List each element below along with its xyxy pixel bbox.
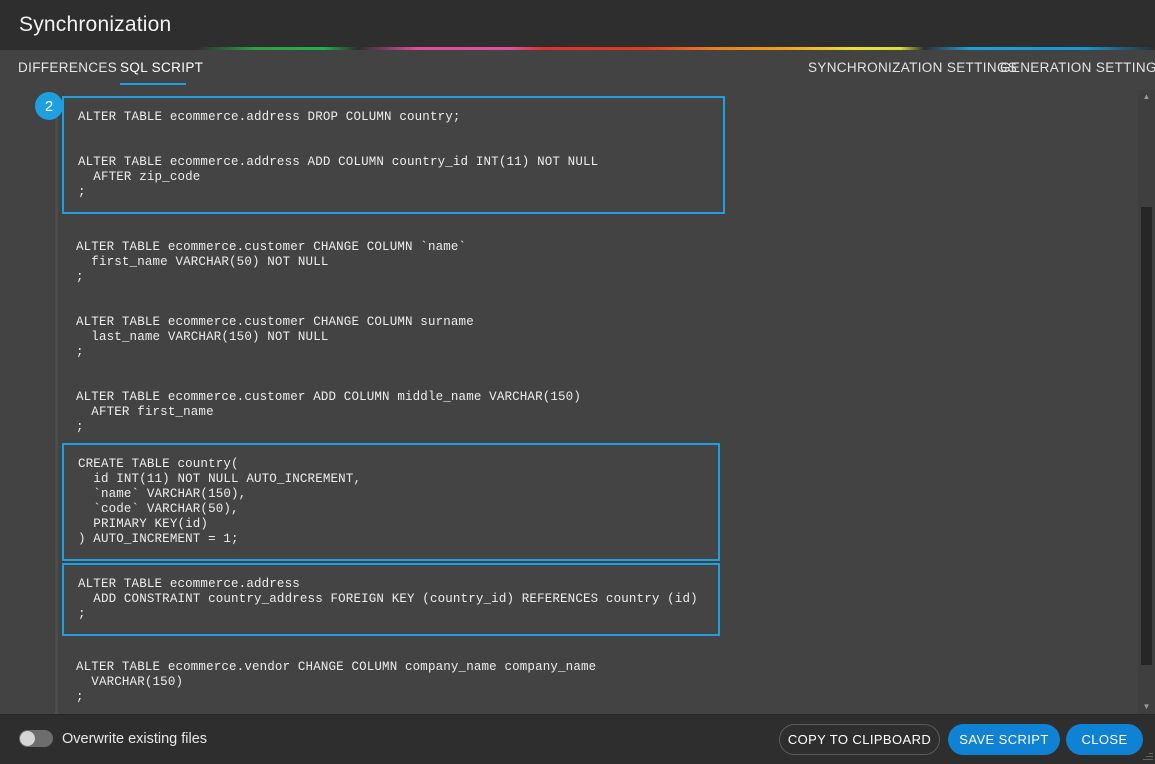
sql-statement-block[interactable]: ALTER TABLE ecommerce.customer ADD COLUM… bbox=[62, 378, 725, 447]
copy-to-clipboard-button[interactable]: COPY TO CLIPBOARD bbox=[779, 724, 940, 755]
toggle-knob bbox=[20, 731, 35, 746]
scrollbar-thumb[interactable] bbox=[1141, 207, 1152, 665]
tab-bar: DIFFERENCES SQL SCRIPT SYNCHRONIZATION S… bbox=[0, 50, 1155, 90]
scroll-down-arrow-icon[interactable]: ▼ bbox=[1138, 700, 1155, 714]
tab-sql-script[interactable]: SQL SCRIPT bbox=[120, 60, 203, 75]
vertical-scrollbar[interactable]: ▲ ▼ bbox=[1138, 90, 1155, 714]
sql-statement-block-highlighted[interactable]: CREATE TABLE country( id INT(11) NOT NUL… bbox=[62, 443, 720, 561]
sql-statement-block[interactable]: ALTER TABLE ecommerce.vendor CHANGE COLU… bbox=[62, 648, 725, 714]
title-bar: Synchronization bbox=[0, 0, 1155, 47]
sql-statement-block-highlighted[interactable]: ALTER TABLE ecommerce.address DROP COLUM… bbox=[62, 96, 725, 214]
close-button[interactable]: CLOSE bbox=[1066, 724, 1143, 755]
overwrite-existing-files-toggle-group[interactable]: Overwrite existing files bbox=[19, 730, 207, 747]
sql-statement-block[interactable]: ALTER TABLE ecommerce.customer CHANGE CO… bbox=[62, 228, 725, 297]
scroll-up-arrow-icon[interactable]: ▲ bbox=[1138, 90, 1155, 104]
tab-differences[interactable]: DIFFERENCES bbox=[18, 60, 117, 75]
synchronization-settings-link[interactable]: SYNCHRONIZATION SETTINGS bbox=[808, 60, 1017, 75]
sql-statement-text: ALTER TABLE ecommerce.address DROP COLUM… bbox=[78, 110, 599, 199]
sql-statement-text: ALTER TABLE ecommerce.address ADD CONSTR… bbox=[78, 577, 698, 621]
sql-statement-text: ALTER TABLE ecommerce.customer ADD COLUM… bbox=[76, 390, 581, 434]
sql-statement-text: ALTER TABLE ecommerce.vendor CHANGE COLU… bbox=[76, 660, 597, 704]
sql-script-panel[interactable]: ALTER TABLE ecommerce.address DROP COLUM… bbox=[0, 90, 1155, 714]
active-tab-indicator bbox=[120, 83, 186, 85]
page-title: Synchronization bbox=[19, 13, 172, 36]
save-script-button[interactable]: SAVE SCRIPT bbox=[948, 724, 1060, 755]
sql-statement-block[interactable]: ALTER TABLE ecommerce.customer CHANGE CO… bbox=[62, 303, 725, 372]
sql-statement-text: ALTER TABLE ecommerce.customer CHANGE CO… bbox=[76, 240, 467, 284]
sql-statement-text: ALTER TABLE ecommerce.customer CHANGE CO… bbox=[76, 315, 474, 359]
sql-statement-text: CREATE TABLE country( id INT(11) NOT NUL… bbox=[78, 457, 362, 546]
overwrite-toggle[interactable] bbox=[19, 730, 53, 747]
resize-grip-icon[interactable] bbox=[1141, 750, 1153, 762]
overwrite-toggle-label: Overwrite existing files bbox=[62, 730, 208, 747]
sql-statement-block-highlighted[interactable]: ALTER TABLE ecommerce.address ADD CONSTR… bbox=[62, 563, 720, 636]
generation-settings-link[interactable]: GENERATION SETTINGS bbox=[1000, 60, 1155, 75]
change-count-badge: 2 bbox=[35, 92, 63, 120]
change-gutter bbox=[55, 96, 58, 714]
synchronization-dialog: Synchronization DIFFERENCES SQL SCRIPT S… bbox=[0, 0, 1155, 764]
